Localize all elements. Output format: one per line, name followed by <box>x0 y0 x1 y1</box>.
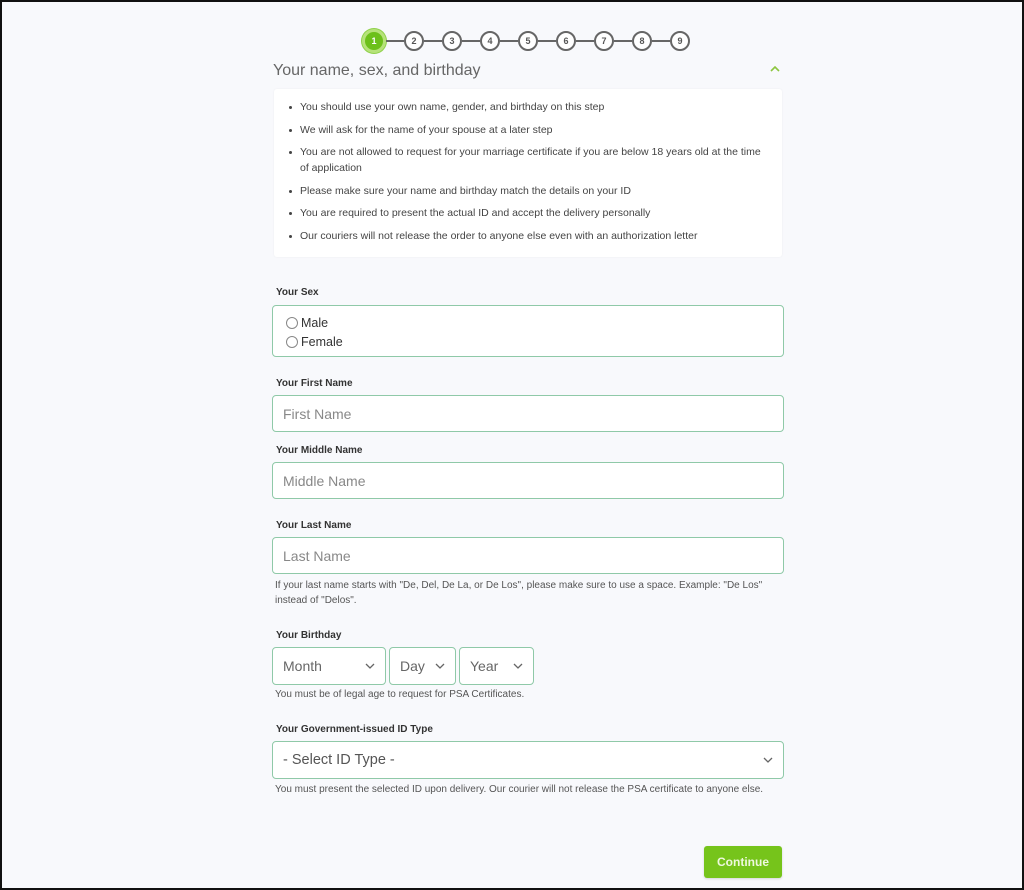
radio-label: Female <box>301 334 343 349</box>
instructions-list: You should use your own name, gender, an… <box>288 99 770 244</box>
step-2[interactable]: 2 <box>404 31 424 51</box>
instruction-item: Please make sure your name and birthday … <box>288 183 770 199</box>
progress-stepper: 1 2 3 4 5 6 7 8 9 <box>362 29 690 53</box>
step-connector <box>500 40 518 42</box>
id-type-select-value: - Select ID Type - <box>283 752 395 768</box>
month-select-value: Month <box>283 658 322 674</box>
step-7[interactable]: 7 <box>594 31 614 51</box>
birthday-year-select[interactable]: Year <box>459 647 534 685</box>
radio-option-male[interactable]: Male <box>273 313 783 332</box>
last-name-help-text: If your last name starts with "De, Del, … <box>275 580 763 606</box>
birthday-label: Your Birthday <box>276 630 342 641</box>
id-type-select[interactable]: - Select ID Type - <box>272 741 784 779</box>
step-connector <box>538 40 556 42</box>
section-header[interactable]: Your name, sex, and birthday <box>272 60 784 84</box>
step-5[interactable]: 5 <box>518 31 538 51</box>
first-name-field-wrapper <box>272 395 784 432</box>
step-4[interactable]: 4 <box>480 31 500 51</box>
last-name-input[interactable] <box>273 538 783 573</box>
step-1[interactable]: 1 <box>362 29 386 53</box>
step-connector <box>386 40 404 42</box>
middle-name-field-wrapper <box>272 462 784 499</box>
step-connector <box>652 40 670 42</box>
instruction-item: You are not allowed to request for your … <box>288 144 770 176</box>
chevron-down-icon <box>763 757 773 763</box>
chevron-up-icon[interactable] <box>770 66 780 76</box>
step-9[interactable]: 9 <box>670 31 690 51</box>
sex-radio-group: Male Female <box>272 305 784 357</box>
step-3[interactable]: 3 <box>442 31 462 51</box>
last-name-field-wrapper <box>272 537 784 574</box>
instruction-item: You should use your own name, gender, an… <box>288 99 770 115</box>
id-type-help-text: You must present the selected ID upon de… <box>275 784 764 795</box>
radio-button[interactable] <box>286 316 298 329</box>
chevron-down-icon <box>513 663 523 669</box>
step-8[interactable]: 8 <box>632 31 652 51</box>
day-select-value: Day <box>400 658 425 674</box>
instruction-item: You are required to present the actual I… <box>288 205 770 221</box>
chevron-down-icon <box>365 663 375 669</box>
page-frame: 1 2 3 4 5 6 7 8 9 Your name, sex, and bi… <box>0 0 1024 890</box>
middle-name-label: Your Middle Name <box>276 445 363 456</box>
step-6[interactable]: 6 <box>556 31 576 51</box>
step-connector <box>462 40 480 42</box>
radio-label: Male <box>301 315 329 330</box>
radio-button[interactable] <box>286 335 298 348</box>
step-connector <box>614 40 632 42</box>
first-name-input[interactable] <box>273 396 783 431</box>
step-connector <box>576 40 594 42</box>
birthday-month-select[interactable]: Month <box>272 647 386 685</box>
sex-label: Your Sex <box>276 287 319 298</box>
birthday-day-select[interactable]: Day <box>389 647 456 685</box>
instruction-item: We will ask for the name of your spouse … <box>288 122 770 138</box>
instruction-item: Our couriers will not release the order … <box>288 228 770 244</box>
middle-name-input[interactable] <box>273 463 783 498</box>
section-title: Your name, sex, and birthday <box>273 62 481 79</box>
continue-button[interactable]: Continue <box>704 846 782 878</box>
radio-option-female[interactable]: Female <box>273 332 783 351</box>
id-type-label: Your Government-issued ID Type <box>276 724 433 735</box>
step-connector <box>424 40 442 42</box>
birthday-help-text: You must be of legal age to request for … <box>275 689 525 700</box>
last-name-label: Your Last Name <box>276 520 352 531</box>
first-name-label: Your First Name <box>276 378 353 389</box>
year-select-value: Year <box>470 658 499 674</box>
instructions-box: You should use your own name, gender, an… <box>274 89 782 257</box>
chevron-down-icon <box>435 663 445 669</box>
